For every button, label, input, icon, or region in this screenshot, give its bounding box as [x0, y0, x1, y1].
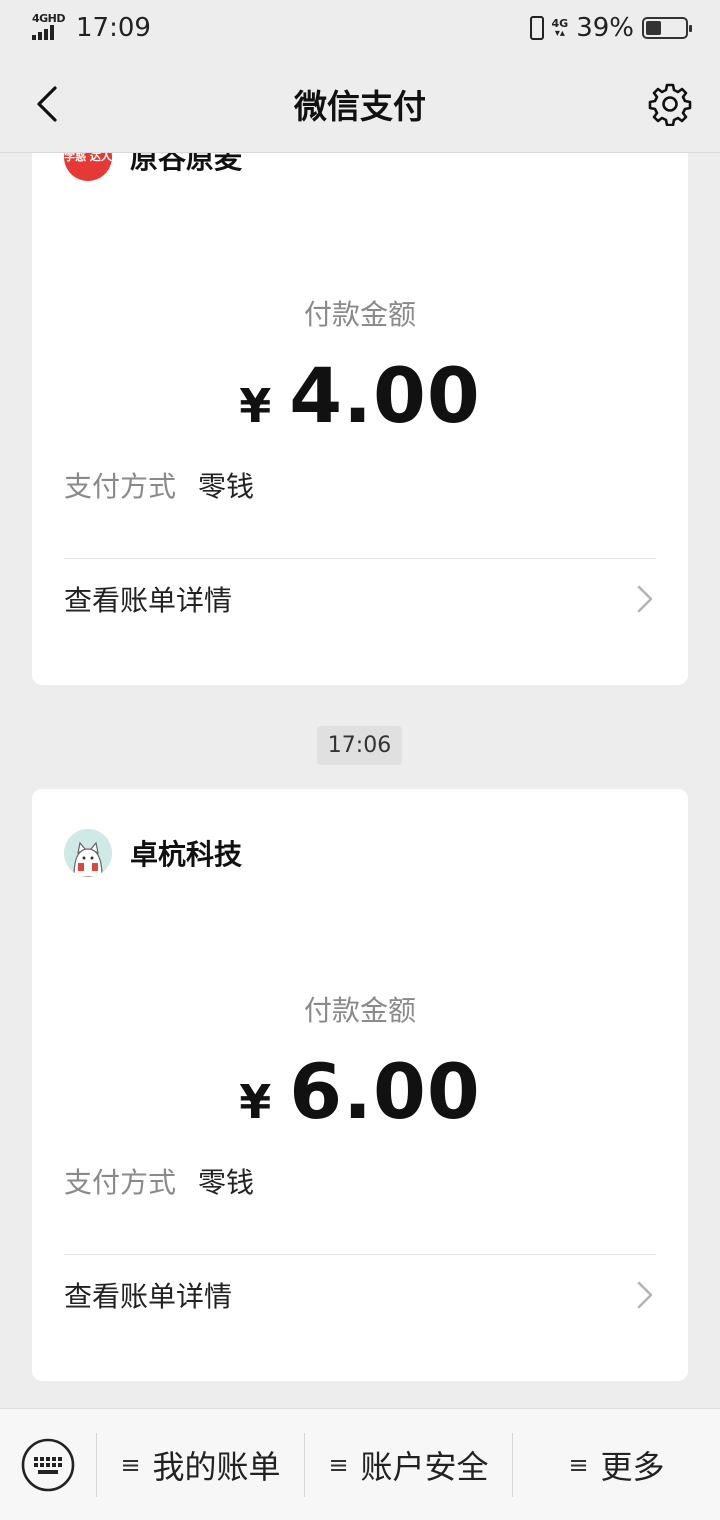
chevron-right-icon	[637, 1281, 653, 1309]
amount-value: 4.00	[289, 351, 481, 440]
menu-more-label: 更多	[600, 1447, 665, 1486]
battery-fill	[646, 21, 661, 35]
view-bill-details-link[interactable]: 查看账单详情	[64, 559, 656, 639]
gear-icon	[648, 83, 692, 126]
menu-my-bills[interactable]: ≡ 我的账单	[97, 1409, 304, 1520]
chevron-left-icon	[37, 86, 57, 122]
hamburger-icon: ≡	[120, 1450, 141, 1479]
chevron-right-icon	[637, 585, 653, 613]
avatar-logo-text: 学惑 达人	[64, 153, 112, 163]
keyboard-toggle-button[interactable]	[0, 1409, 96, 1520]
payment-card: 学惑 达人 原谷原麦 付款金额 ¥ 4.00 支付方式 零钱 查看账单详情	[32, 153, 688, 685]
currency-symbol: ¥	[239, 379, 272, 433]
payment-method-label: 支付方式	[64, 1166, 177, 1199]
view-bill-details-label: 查看账单详情	[64, 1280, 233, 1313]
amount: ¥ 4.00	[32, 351, 688, 440]
merchant-header: 学惑 达人 原谷原麦	[64, 153, 242, 181]
back-button[interactable]	[22, 78, 72, 130]
merchant-avatar[interactable]: 学惑 达人	[64, 153, 112, 181]
status-time: 17:09	[76, 13, 151, 43]
menu-account-security[interactable]: ≡ 账户安全	[305, 1409, 512, 1520]
cat-avatar-icon	[64, 829, 112, 877]
signal-icon: 4GHD	[32, 13, 68, 43]
page-title: 微信支付	[294, 87, 426, 126]
hamburger-icon: ≡	[568, 1450, 589, 1479]
bottom-menu: ≡ 我的账单 ≡ 账户安全 ≡ 更多	[0, 1408, 720, 1520]
settings-button[interactable]	[642, 76, 698, 132]
payment-method-value: 零钱	[198, 470, 255, 503]
status-bar-right: 4G ▾▴ 39%	[529, 13, 692, 43]
menu-more[interactable]: ≡ 更多	[513, 1409, 720, 1520]
wechat-pay-screen: 4GHD 17:09 4G ▾▴ 39% 微信支付 学惑 达人 原谷原麦 付款金…	[0, 0, 720, 1520]
vibrate-icon	[529, 16, 544, 40]
currency-symbol: ¥	[239, 1075, 272, 1129]
keyboard-icon	[21, 1438, 75, 1491]
amount-label: 付款金额	[303, 298, 416, 331]
payment-method-value: 零钱	[198, 1166, 255, 1199]
message-list[interactable]: 学惑 达人 原谷原麦 付款金额 ¥ 4.00 支付方式 零钱 查看账单详情 17…	[0, 153, 720, 1408]
network-type-right: 4G	[551, 16, 569, 30]
battery-percent: 39%	[576, 13, 634, 43]
merchant-avatar[interactable]	[64, 829, 112, 877]
merchant-header: 卓杭科技	[64, 829, 242, 877]
payment-method-label: 支付方式	[64, 470, 177, 503]
amount-value: 6.00	[289, 1047, 481, 1136]
menu-my-bills-label: 我的账单	[152, 1447, 281, 1486]
status-bar-left: 4GHD 17:09	[32, 13, 151, 43]
view-bill-details-label: 查看账单详情	[64, 584, 233, 617]
network-type-left: 4GHD	[32, 12, 66, 25]
payment-method-row: 支付方式 零钱	[64, 465, 254, 505]
merchant-name: 原谷原麦	[130, 153, 243, 175]
nav-bar: 微信支付	[0, 56, 720, 152]
menu-account-security-label: 账户安全	[360, 1447, 489, 1486]
status-bar: 4GHD 17:09 4G ▾▴ 39%	[0, 0, 720, 56]
network-right-icon: 4G ▾▴	[551, 16, 569, 39]
amount-label: 付款金额	[303, 994, 416, 1027]
merchant-name: 卓杭科技	[130, 838, 243, 871]
view-bill-details-link[interactable]: 查看账单详情	[64, 1255, 656, 1335]
battery-icon	[642, 17, 692, 39]
payment-card: 卓杭科技 付款金额 ¥ 6.00 支付方式 零钱 查看账单详情	[32, 789, 688, 1381]
message-timestamp: 17:06	[317, 726, 402, 765]
hamburger-icon: ≡	[328, 1450, 349, 1479]
payment-method-row: 支付方式 零钱	[64, 1161, 254, 1201]
amount: ¥ 6.00	[32, 1047, 688, 1136]
